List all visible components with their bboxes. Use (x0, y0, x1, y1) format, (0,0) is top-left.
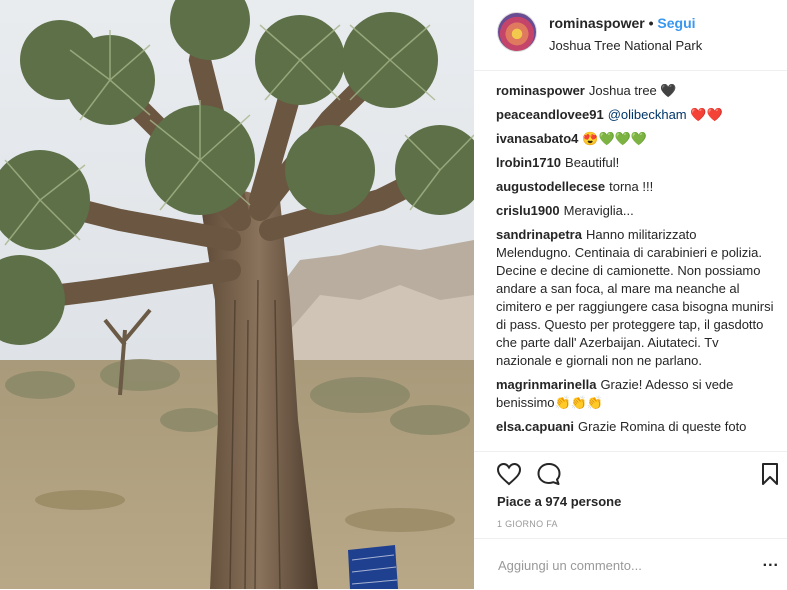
comment-text: Meraviglia... (563, 203, 634, 218)
save-button[interactable] (760, 462, 780, 486)
comment-text: Joshua tree 🖤 (588, 83, 677, 98)
post-time[interactable]: 1 giorno fa (497, 519, 558, 529)
comment-mention[interactable]: @olibeckham (608, 107, 687, 122)
comment-username[interactable]: rominaspower (496, 83, 585, 98)
header-username[interactable]: rominaspower (549, 15, 645, 31)
like-button[interactable] (496, 462, 522, 486)
comment-text: Beautiful! (565, 155, 620, 170)
comment-text: ❤️❤️ (686, 107, 723, 122)
comment-item: peaceandlovee91 @olibeckham ❤️❤️ (496, 106, 774, 124)
header-separator: • (648, 15, 654, 31)
comment-username[interactable]: lrobin1710 (496, 155, 561, 170)
add-comment-input[interactable] (496, 551, 740, 579)
post-panel: rominaspower • Segui Joshua Tree Nationa… (474, 0, 787, 589)
post-header: rominaspower • Segui Joshua Tree Nationa… (474, 0, 787, 71)
comment-username[interactable]: ivanasabato4 (496, 131, 578, 146)
comment-item: lrobin1710 Beautiful! (496, 154, 774, 172)
more-options-button[interactable]: ... (763, 553, 779, 571)
comment-text: Hanno militarizzato Melendugno. Centinai… (496, 227, 774, 368)
comment-item: crislu1900 Meraviglia... (496, 202, 774, 220)
comment-item: ivanasabato4 😍💚💚💚 (496, 130, 774, 148)
comment-username[interactable]: peaceandlovee91 (496, 107, 604, 122)
comment-button[interactable] (536, 462, 562, 486)
avatar[interactable] (497, 12, 537, 52)
comment-item: rominaspower Joshua tree 🖤 (496, 82, 774, 100)
likes-count[interactable]: Piace a 974 persone (497, 494, 621, 509)
comment-username[interactable]: crislu1900 (496, 203, 560, 218)
comment-username[interactable]: magrinmarinella (496, 377, 596, 392)
comment-text: torna !!! (609, 179, 654, 194)
header-user-line: rominaspower • Segui (549, 15, 696, 31)
follow-button[interactable]: Segui (657, 15, 695, 31)
joshua-tree-image (0, 0, 474, 589)
comment-username[interactable]: augustodellecese (496, 179, 605, 194)
comment-item: augustodellecese torna !!! (496, 178, 774, 196)
comment-text: 😍💚💚💚 (582, 131, 648, 146)
comment-username[interactable]: sandrinapetra (496, 227, 582, 242)
comment-icon (537, 463, 561, 485)
comment-item: magrinmarinella Grazie! Adesso si vede be… (496, 376, 774, 412)
comments-list[interactable]: rominaspower Joshua tree 🖤 peaceandlovee9… (496, 82, 774, 450)
post-actions (474, 451, 787, 492)
heart-icon (496, 462, 522, 486)
comment-text: Grazie Romina di queste foto (578, 419, 747, 434)
comment-item: elsa.capuani Grazie Romina di queste foto (496, 418, 774, 436)
post-photo[interactable] (0, 0, 474, 589)
add-comment-bar: ... (474, 538, 787, 590)
location-link[interactable]: Joshua Tree National Park (549, 38, 702, 53)
comment-item: sandrinapetra Hanno militarizzato Melendu… (496, 226, 774, 370)
bookmark-icon (762, 463, 778, 485)
comment-username[interactable]: elsa.capuani (496, 419, 574, 434)
